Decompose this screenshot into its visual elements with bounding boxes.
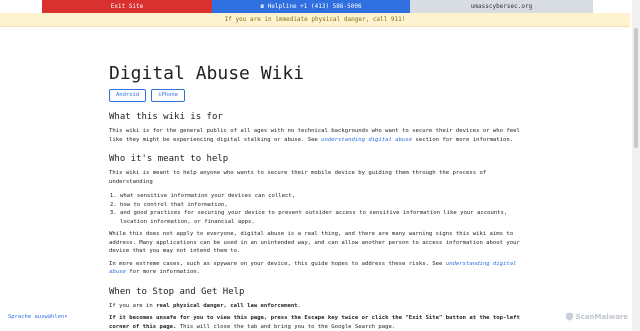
understanding-abuse-link[interactable]: understanding digital abuse — [321, 137, 412, 143]
what-paragraph: This wiki is for the general public of a… — [109, 128, 520, 143]
list-item: and good practices for securing your dev… — [120, 209, 525, 226]
page-scrollbar[interactable] — [632, 0, 640, 331]
main-content: Digital Abuse Wiki Android iPhone What t… — [109, 62, 525, 331]
top-action-bar: Exit Site ☎ Helpline +1 (413) 586-5006 u… — [42, 0, 593, 13]
stop-paragraph-2: If it becomes unsafe for you to view thi… — [109, 315, 520, 330]
helpline-button[interactable]: ☎ Helpline +1 (413) 586-5006 — [212, 0, 410, 13]
danger-alert-banner: If you are in immediate physical danger,… — [0, 13, 630, 27]
who-heading: Who it's meant to help — [109, 154, 229, 164]
exit-site-button[interactable]: Exit Site — [42, 0, 212, 13]
scrollbar-thumb[interactable] — [634, 28, 638, 148]
language-selector[interactable]: Sprache auswählen▾ — [8, 314, 68, 320]
stop-heading: When to Stop and Get Help — [109, 286, 245, 297]
android-button[interactable]: Android — [109, 89, 147, 102]
iphone-button[interactable]: iPhone — [151, 89, 186, 102]
helpline-label: Helpline +1 (413) 586-5006 — [267, 3, 362, 10]
shield-icon — [565, 312, 573, 321]
what-heading: What this wiki is for — [109, 112, 223, 122]
page-title: Digital Abuse Wiki — [109, 63, 305, 84]
phone-icon: ☎ — [260, 3, 268, 10]
list-item: how to control that information, — [120, 201, 525, 210]
who-paragraph-1: This wiki is meant to help anyone who wa… — [109, 170, 487, 185]
who-list: what sensitive information your devices … — [109, 192, 525, 226]
list-item: what sensitive information your devices … — [120, 192, 525, 201]
stop-paragraph-1: If you are in real physical danger, call… — [109, 302, 301, 309]
watermark: ScanMalware — [565, 312, 628, 321]
chevron-down-icon: ▾ — [64, 314, 68, 320]
watermark-text: ScanMalware — [575, 312, 628, 321]
platform-buttons: Android iPhone — [109, 89, 525, 102]
who-paragraph-3: In more extreme cases, such as spyware o… — [109, 260, 517, 276]
site-link[interactable]: umasscybersec.org — [410, 0, 593, 13]
who-paragraph-2: While this does not apply to everyone, d… — [109, 231, 520, 254]
